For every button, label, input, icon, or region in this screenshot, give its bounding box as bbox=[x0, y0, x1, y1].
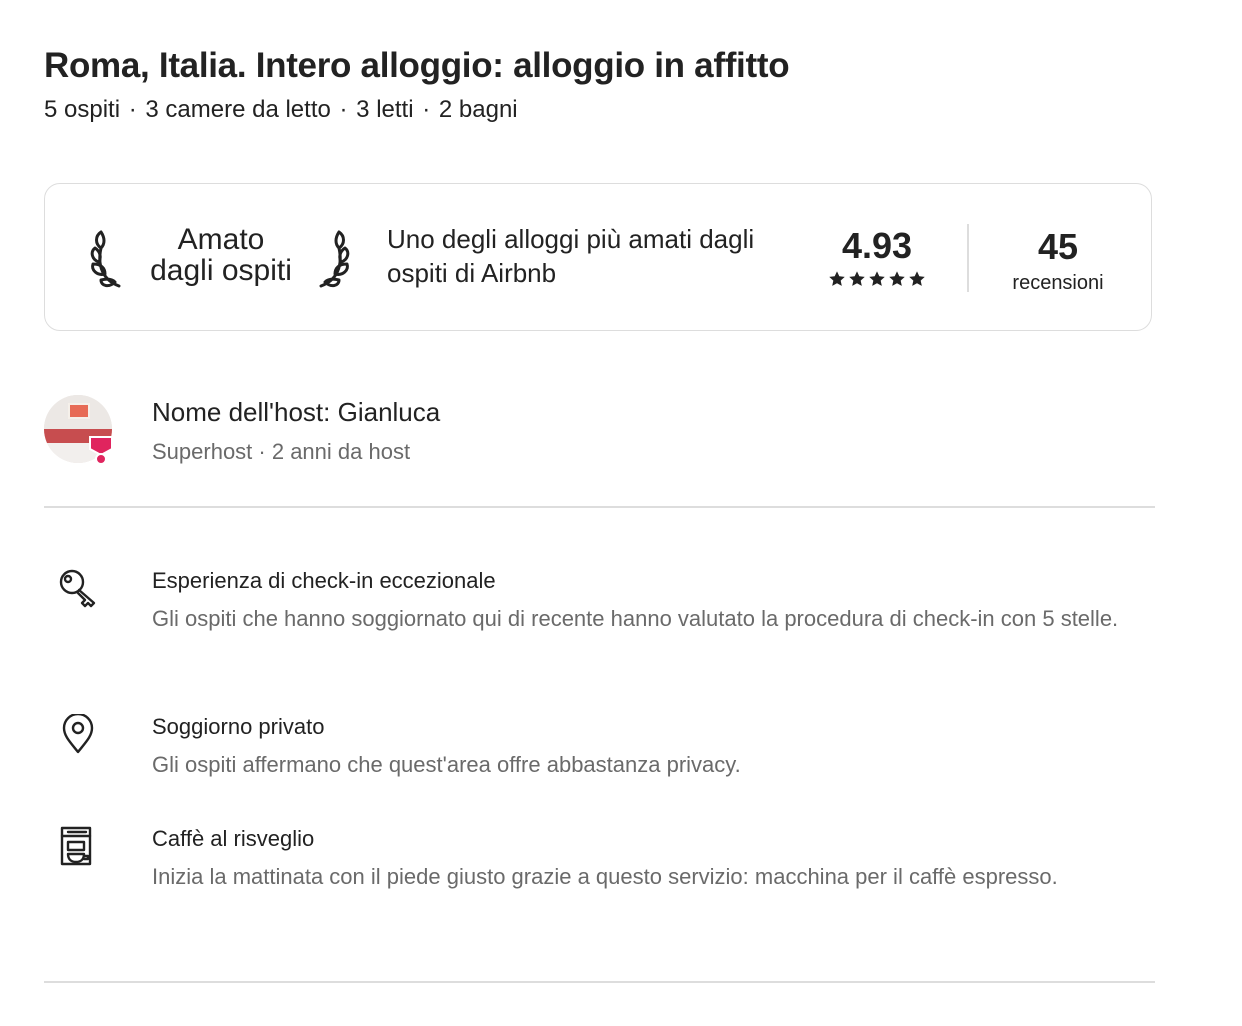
rating-stars bbox=[815, 270, 939, 288]
listing-title: Roma, Italia. Intero alloggio: alloggio … bbox=[44, 46, 790, 85]
superhost-badge-icon bbox=[89, 436, 113, 465]
guest-favorite-card[interactable]: Amato dagli ospiti Uno degli alloggi più… bbox=[44, 183, 1152, 331]
card-divider bbox=[967, 224, 969, 292]
reviews-count: 45 bbox=[1037, 226, 1079, 267]
location-pin-icon bbox=[62, 714, 94, 754]
highlight-item: Caffè al risveglio Inizia la mattinata c… bbox=[44, 824, 1155, 934]
host-name: Nome dell'host: Gianluca bbox=[152, 397, 441, 427]
star-icon bbox=[909, 271, 925, 286]
badge-line-2: dagli ospiti bbox=[150, 254, 292, 287]
highlight-description: Inizia la mattinata con il piede giusto … bbox=[152, 864, 1058, 889]
highlight-item: Soggiorno privato Gli ospiti affermano c… bbox=[44, 712, 1155, 782]
laurel-right-icon bbox=[319, 230, 350, 288]
highlight-title: Caffè al risveglio bbox=[152, 826, 315, 851]
section-divider bbox=[44, 506, 1155, 508]
beds-count: 3 letti bbox=[356, 96, 414, 123]
bathrooms-count: 2 bagni bbox=[438, 96, 518, 123]
star-icon bbox=[849, 271, 865, 286]
star-icon bbox=[829, 271, 845, 286]
coffee-machine-icon bbox=[60, 826, 92, 866]
reviews-link[interactable]: 45 recensioni bbox=[995, 226, 1121, 296]
highlight-description: Gli ospiti che hanno soggiornato qui di … bbox=[152, 606, 1119, 631]
guests-count: 5 ospiti bbox=[44, 96, 121, 123]
guest-favorite-description: Uno degli alloggi più amati dagli ospiti… bbox=[387, 224, 755, 288]
bedrooms-count: 3 camere da letto bbox=[145, 96, 331, 123]
badge-line-1: Amato bbox=[177, 223, 265, 256]
highlight-title: Soggiorno privato bbox=[152, 714, 325, 739]
guest-favorite-badge: Amato dagli ospiti bbox=[89, 223, 350, 290]
reviews-label: recensioni bbox=[1012, 272, 1104, 294]
highlight-title: Esperienza di check-in eccezionale bbox=[152, 568, 496, 593]
key-icon bbox=[59, 569, 96, 608]
laurel-left-icon bbox=[90, 230, 121, 288]
highlight-item: Esperienza di check-in eccezionale Gli o… bbox=[44, 566, 1155, 676]
highlight-description: Gli ospiti affermano che quest'area offr… bbox=[152, 752, 741, 777]
host-meta: Superhost · 2 anni da host bbox=[152, 439, 411, 464]
rating-value: 4.93 bbox=[841, 225, 913, 266]
listing-details: 5 ospiti · 3 camere da letto · 3 letti ·… bbox=[44, 96, 518, 123]
host-section: Nome dell'host: Gianluca Superhost · 2 a… bbox=[44, 395, 1152, 475]
star-icon bbox=[889, 271, 905, 286]
star-icon bbox=[869, 271, 885, 286]
rating-block: 4.93 bbox=[815, 224, 939, 288]
section-divider bbox=[44, 981, 1155, 983]
